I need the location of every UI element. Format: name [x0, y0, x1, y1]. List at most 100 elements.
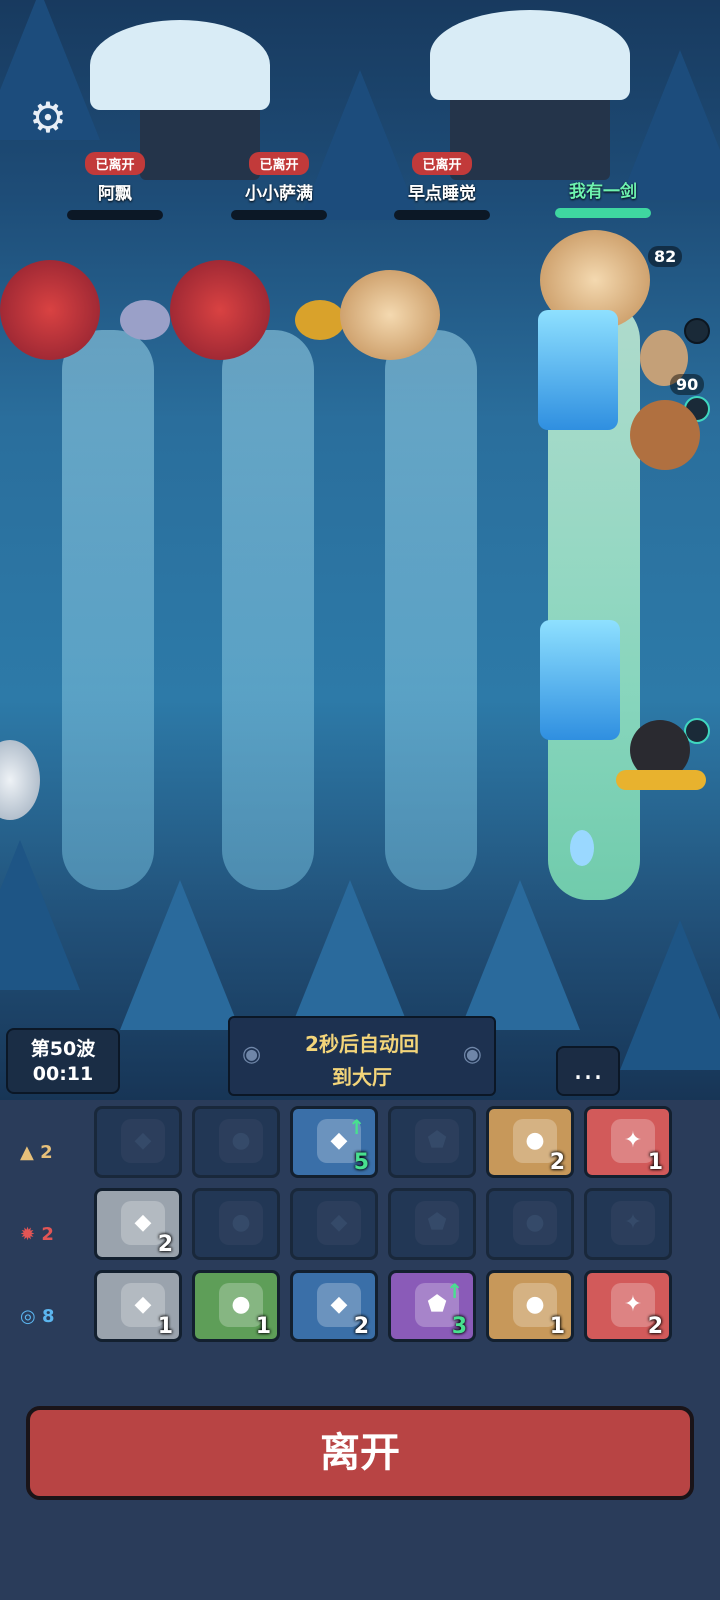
- water-count: 8: [42, 1306, 55, 1327]
- skill-slot[interactable]: ⬟: [388, 1188, 476, 1260]
- player-hp-fill: [555, 208, 651, 218]
- auto-return-banner: ◉ 2秒后自动回 到大厅 ◉: [228, 1016, 496, 1096]
- skill-icon: ●: [513, 1201, 557, 1245]
- skill-slot[interactable]: ● 1: [486, 1270, 574, 1342]
- skill-count: 3: [451, 1314, 467, 1339]
- skill-slot[interactable]: ◆: [290, 1188, 378, 1260]
- skill-slot[interactable]: ●: [192, 1106, 280, 1178]
- skill-slot[interactable]: ✦: [584, 1188, 672, 1260]
- skill-icon: ⬟: [415, 1201, 459, 1245]
- pine-tree: [460, 880, 580, 1030]
- pine-tree: [620, 920, 720, 1070]
- fire-element-label: ✹ 2: [20, 1224, 80, 1245]
- water-element-label: ◎ 8: [20, 1306, 80, 1327]
- squirrel-hero[interactable]: [630, 400, 700, 470]
- player-hp-bar-self: [555, 208, 651, 218]
- gold-enemy: [295, 300, 345, 340]
- axe-enemy: [120, 300, 170, 340]
- skill-count: 1: [157, 1314, 173, 1339]
- skill-icon: ⬟: [415, 1119, 459, 1163]
- ice-pillar: [540, 620, 620, 740]
- upgrade-arrow-icon: ↑: [348, 1115, 365, 1139]
- skill-slot[interactable]: ◆ 1: [94, 1270, 182, 1342]
- banner-line-2: 到大厅: [332, 1065, 392, 1089]
- player-slot-3: 已离开 早点睡觉: [387, 152, 497, 220]
- wave-icon: ◎: [20, 1306, 36, 1327]
- skill-count: 1: [549, 1314, 565, 1339]
- gold-pile: [616, 770, 706, 790]
- skill-slot[interactable]: ◆ 5 ↑: [290, 1106, 378, 1178]
- skill-slot[interactable]: ●: [486, 1188, 574, 1260]
- pine-tree: [290, 880, 410, 1030]
- banner-line-1: 2秒后自动回: [305, 1032, 419, 1056]
- skill-slot[interactable]: ◆: [94, 1106, 182, 1178]
- player-slot-self: — 我有一剑: [548, 152, 658, 218]
- wave-timer: 00:11: [32, 1063, 94, 1085]
- pine-tree: [0, 840, 80, 990]
- skill-slot[interactable]: ✦ 1: [584, 1106, 672, 1178]
- ice-pillar: [538, 310, 618, 430]
- pine-tree: [120, 880, 240, 1030]
- skill-slot[interactable]: ●: [192, 1188, 280, 1260]
- player-name: 阿飘: [98, 184, 132, 204]
- boss-hp: 82: [648, 246, 683, 267]
- battle-scene: 82 90 ⚙ 已离开 阿飘 已离开 小小萨满 已离开 早点睡觉 — 我有一剑 …: [0, 0, 720, 1100]
- skill-count: 2: [549, 1150, 565, 1175]
- player-name: 早点睡觉: [408, 184, 476, 204]
- wave-counter: 第50波 00:11: [6, 1028, 120, 1094]
- skill-slot[interactable]: ⬟ 3 ↑: [388, 1270, 476, 1342]
- left-status-badge: 已离开: [412, 152, 472, 175]
- skill-slot[interactable]: ✦ 2: [584, 1270, 672, 1342]
- eye-icon: ◉: [242, 1042, 262, 1067]
- skill-icon: ●: [219, 1119, 263, 1163]
- eye-icon: ◉: [462, 1042, 482, 1067]
- skill-slot[interactable]: ◆ 2: [94, 1188, 182, 1260]
- wave-label: 第50波: [30, 1038, 96, 1060]
- gear-icon[interactable]: ⚙: [26, 96, 70, 140]
- skill-slot[interactable]: ● 2: [486, 1106, 574, 1178]
- skill-count: 5: [353, 1150, 369, 1175]
- skill-count: 2: [353, 1314, 369, 1339]
- ice-crystal: [570, 830, 594, 866]
- lane-3: [385, 330, 477, 890]
- skill-count: 1: [255, 1314, 271, 1339]
- skill-count: 1: [647, 1150, 663, 1175]
- fire-icon: ✹: [20, 1224, 36, 1245]
- skill-icon: ✦: [611, 1201, 655, 1245]
- skill-icon: ●: [219, 1201, 263, 1245]
- lane-2: [222, 330, 314, 890]
- left-status-badge: 已离开: [85, 152, 145, 175]
- hero-hp: 90: [670, 374, 705, 395]
- chat-bubble-icon[interactable]: …: [556, 1046, 620, 1096]
- skill-slot[interactable]: ◆ 2: [290, 1270, 378, 1342]
- player-slot-2: 已离开 小小萨满: [224, 152, 334, 220]
- player-hp-bar: [394, 210, 490, 220]
- element-panel: ▲ 2 ✹ 2 ◎ 8 ◆ ● ◆ 5 ↑ ⬟ ● 2 ✦ 1 ◆ 2 ● ◆ ⬟ ● ✦ ◆ 1 ● 1 ◆ 2 ⬟ 3 ↑ ● 1…: [0, 1100, 720, 1600]
- skill-icon: ◆: [121, 1119, 165, 1163]
- player-hp-bar: [231, 210, 327, 220]
- beast-enemy: [340, 270, 440, 360]
- leave-button[interactable]: 离开: [26, 1406, 694, 1500]
- earth-count: 2: [40, 1142, 53, 1163]
- mountain-icon: ▲: [20, 1142, 34, 1163]
- upgrade-arrow-icon: ↑: [446, 1279, 463, 1303]
- skill-slot[interactable]: ⬟: [388, 1106, 476, 1178]
- cooldown-indicator: [684, 318, 710, 344]
- player-name: 小小萨满: [245, 184, 313, 204]
- left-status-badge: 已离开: [249, 152, 309, 175]
- fire-count: 2: [41, 1224, 54, 1245]
- tribal-mask-enemy: [0, 260, 100, 360]
- tribal-mask-enemy: [170, 260, 270, 360]
- cabin-roof-right: [430, 10, 630, 100]
- skill-slot[interactable]: ● 1: [192, 1270, 280, 1342]
- player-slot-1: 已离开 阿飘: [60, 152, 170, 220]
- lane-1: [62, 330, 154, 890]
- skill-count: 2: [647, 1314, 663, 1339]
- earth-element-label: ▲ 2: [20, 1142, 80, 1163]
- skill-icon: ◆: [317, 1201, 361, 1245]
- cabin-roof-left: [90, 20, 270, 110]
- yeti-enemy: [0, 740, 40, 820]
- player-hp-bar: [67, 210, 163, 220]
- skill-count: 2: [157, 1232, 173, 1257]
- player-name-self: 我有一剑: [569, 182, 637, 202]
